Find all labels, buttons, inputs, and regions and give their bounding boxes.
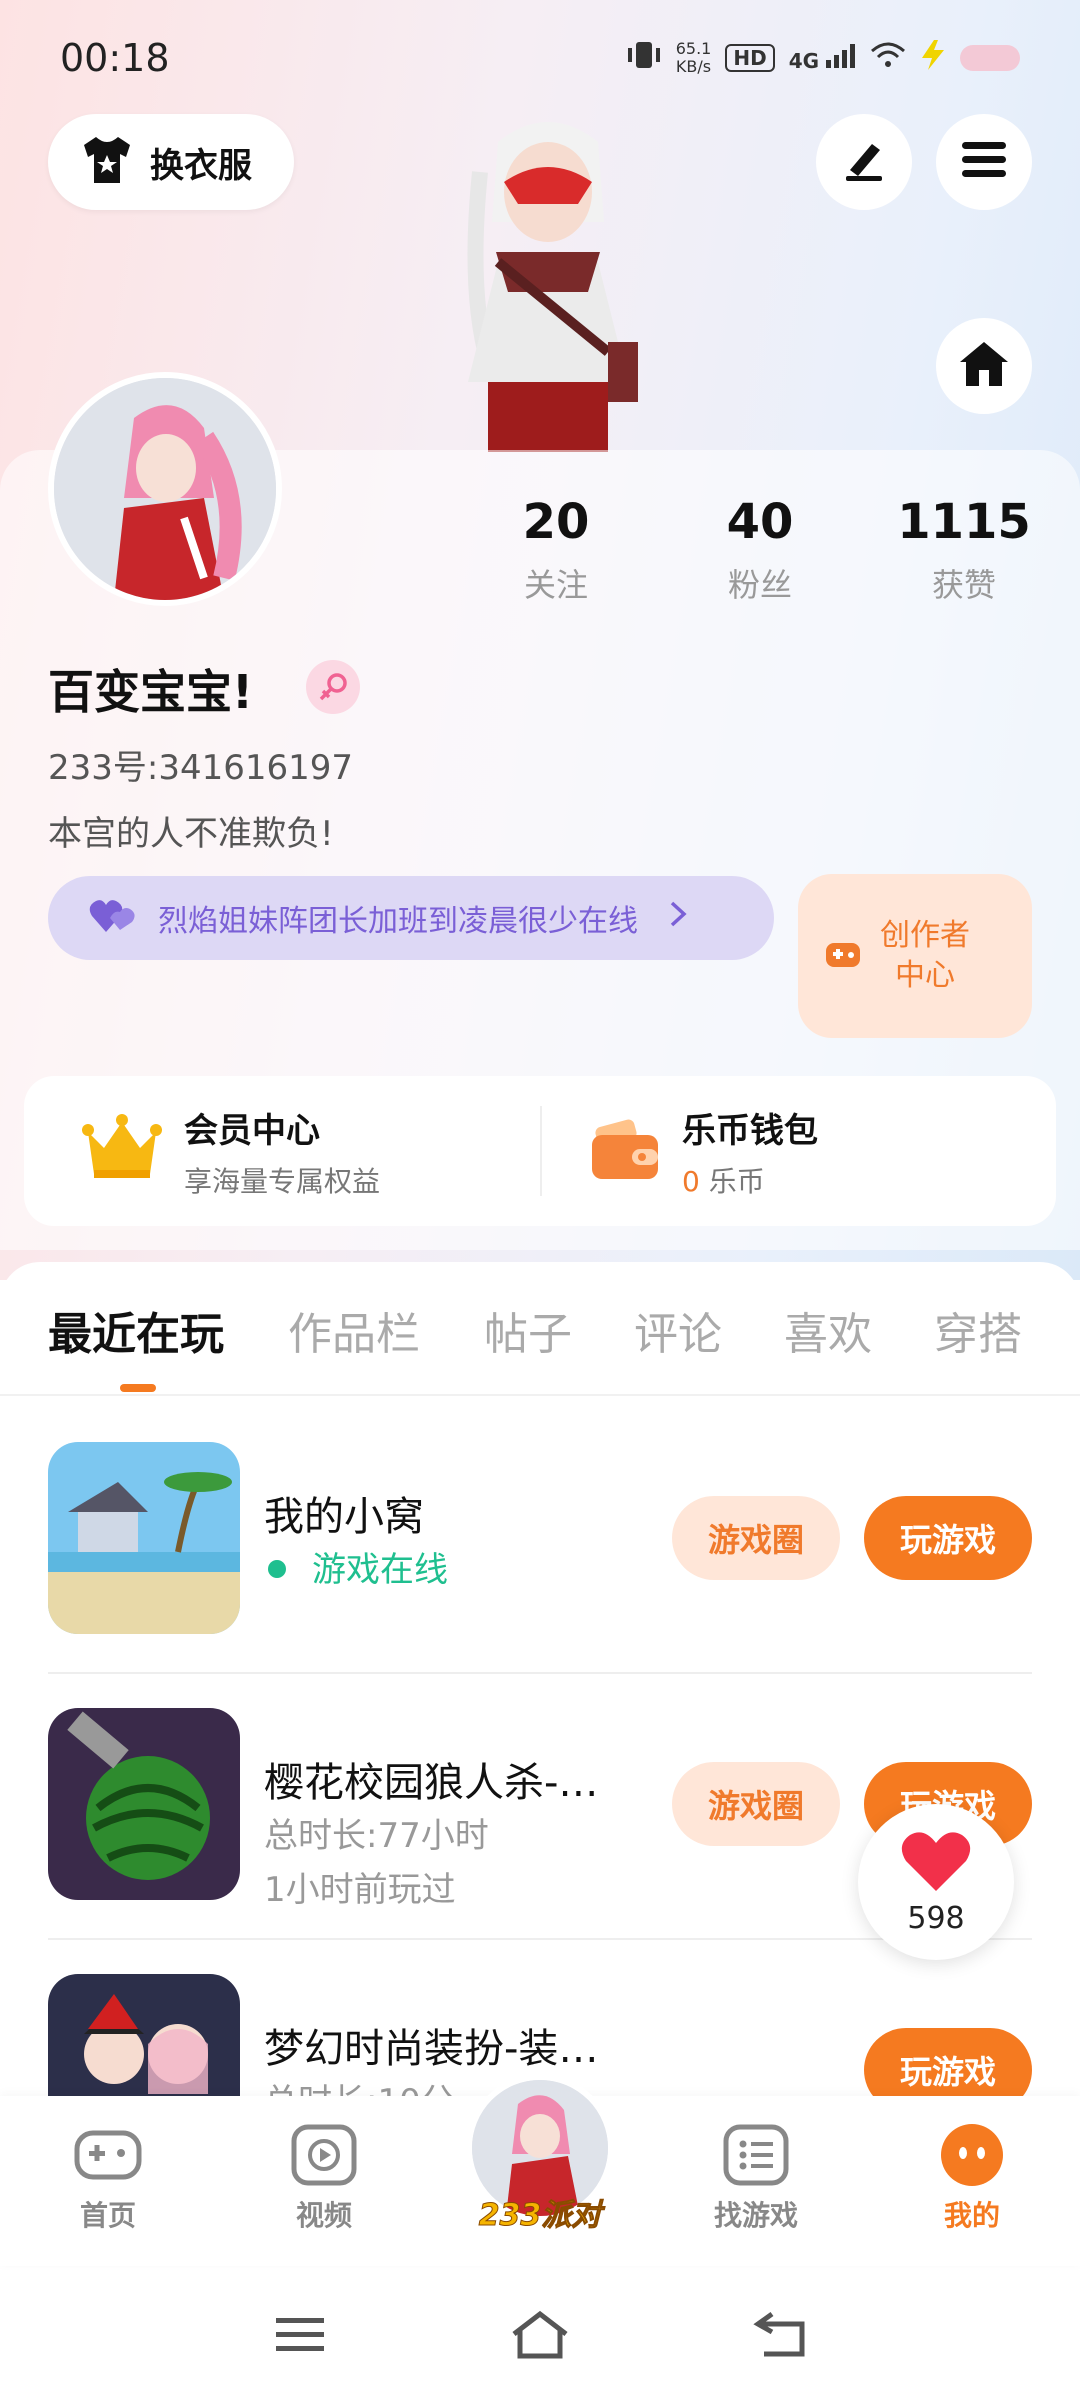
wallet-balance: 0 乐币 [682,1160,818,1200]
game-title: 樱花校园狼人杀-… [264,1760,599,1806]
online-status-dot [268,1560,286,1578]
net-speed: 65.1 KB/s [675,39,712,76]
nav-party-label[interactable]: 233派对 [466,2190,614,2234]
user-id: 233号:341616197 [48,748,354,788]
list-icon [721,2124,791,2186]
gamepad-icon [73,2124,143,2186]
nav-mine-label: 我的 [943,2199,1000,2232]
game-thumbnail[interactable] [48,1708,240,1900]
group-banner-text: 烈焰姐妹阵团长加班到凌晨很少在线 [158,904,638,939]
battery-icon [960,45,1020,71]
member-center-entry[interactable]: 会员中心 享海量专属权益 [82,1076,380,1226]
nav-home[interactable]: 首页 [38,2124,178,2234]
tab-likes[interactable]: 喜欢 [784,1298,872,1362]
nav-find-games-label: 找游戏 [713,2199,798,2232]
wallet-amount: 0 [682,1164,700,1198]
tab-works[interactable]: 作品栏 [288,1298,420,1362]
followers-label: 粉丝 [727,566,792,604]
game-last-played: 1小时前玩过 [264,1870,456,1910]
likes-count: 1115 [897,494,1031,550]
creator-center-button[interactable]: 创作者中心 [798,874,1032,1038]
user-name: 百变宝宝! [48,665,253,719]
back-icon[interactable] [752,2310,812,2360]
game-playtime: 总时长:77小时 [264,1816,489,1856]
heart-icon [900,1829,972,1897]
wifi-icon [870,41,906,75]
member-center-subtitle: 享海量专属权益 [184,1164,381,1198]
wallet-title: 乐币钱包 [682,1110,818,1151]
avatar-character-image[interactable] [428,112,668,452]
row-divider [48,1672,1032,1674]
chevron-right-icon [668,898,688,938]
status-time: 00:18 [60,36,170,80]
change-outfit-label: 换衣服 [150,145,252,186]
game-circle-button[interactable]: 游戏圈 [672,1762,840,1846]
shirt-icon [80,135,134,189]
active-tab-indicator [120,1384,156,1392]
tab-recent-play[interactable]: 最近在玩 [48,1298,224,1362]
vip-wallet-card: 会员中心 享海量专属权益 乐币钱包 0 乐币 [24,1076,1056,1226]
vip-divider [540,1106,542,1196]
following-count: 20 [522,494,590,550]
female-gender-icon [306,660,360,714]
nav-home-label: 首页 [79,2199,136,2232]
game-online-status: 游戏在线 [312,1550,448,1590]
list-item[interactable]: 我的小窝 游戏在线 游戏圈 玩游戏 [0,1442,1080,1708]
house-icon [958,340,1010,392]
like-count: 598 [907,1900,965,1936]
system-navigation-bar [0,2270,1080,2400]
like-float-button[interactable]: 598 [858,1804,1014,1960]
game-circle-button[interactable]: 游戏圈 [672,1496,840,1580]
crown-icon [82,1114,162,1188]
nav-video[interactable]: 视频 [254,2124,394,2234]
game-title: 梦幻时尚装扮-装扮女王 [264,2026,634,2072]
hd-badge: HD [725,44,775,72]
nav-video-label: 视频 [295,2199,352,2232]
tab-comments[interactable]: 评论 [634,1298,722,1362]
user-bio: 本宫的人不准欺负! [48,814,334,854]
recent-apps-icon[interactable] [270,2310,330,2360]
change-outfit-button[interactable]: 换衣服 [48,114,294,210]
edit-button[interactable] [816,114,912,210]
pen-icon [840,136,888,188]
stat-following[interactable]: 20 关注 [456,494,656,606]
wallet-unit: 乐币 [708,1164,765,1198]
game-title: 我的小窝 [264,1494,424,1540]
status-icons: 65.1 KB/s HD 4G [626,40,1020,76]
video-icon [289,2124,359,2186]
tab-posts[interactable]: 帖子 [484,1298,572,1362]
game-thumbnail[interactable] [48,1442,240,1634]
wallet-icon [590,1117,660,1185]
likes-label: 获赞 [931,566,996,604]
member-center-title: 会员中心 [184,1110,320,1151]
following-label: 关注 [523,566,588,604]
followers-count: 40 [726,494,794,550]
play-game-button[interactable]: 玩游戏 [864,1496,1032,1580]
system-home-icon[interactable] [510,2310,570,2360]
profile-face-icon [937,2124,1007,2186]
stat-followers[interactable]: 40 粉丝 [660,494,860,606]
signal-icon: 4G [789,43,856,73]
content-tabs: 最近在玩 作品栏 帖子 评论 喜欢 穿搭 [0,1262,1080,1396]
hamburger-icon [960,140,1008,184]
group-banner[interactable]: 烈焰姐妹阵团长加班到凌晨很少在线 [48,876,774,960]
gamepad-icon [824,935,862,977]
nav-mine[interactable]: 我的 [902,2124,1042,2234]
tab-outfits[interactable]: 穿搭 [934,1298,1022,1362]
home-decor-button[interactable] [936,318,1032,414]
nav-find-games[interactable]: 找游戏 [686,2124,826,2234]
vibrate-icon [626,40,662,76]
status-bar: 00:18 65.1 KB/s HD 4G [0,0,1080,110]
menu-button[interactable] [936,114,1032,210]
double-heart-icon [88,896,138,940]
charging-icon [920,40,946,76]
stat-likes[interactable]: 1115 获赞 [864,494,1064,606]
wallet-entry[interactable]: 乐币钱包 0 乐币 [590,1076,818,1226]
creator-center-label: 创作者中心 [880,918,970,993]
user-avatar[interactable] [48,372,282,606]
